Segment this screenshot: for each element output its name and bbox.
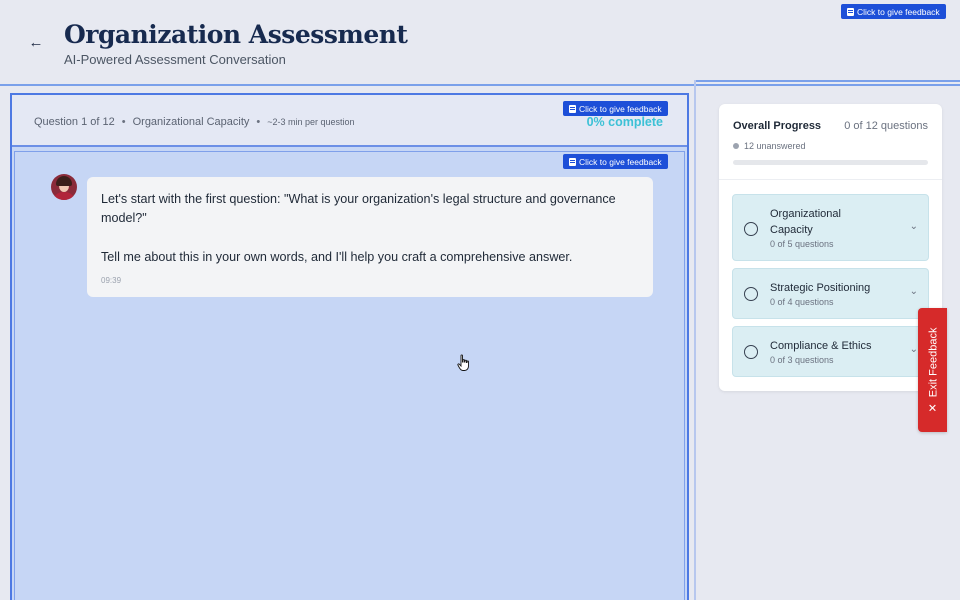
unanswered-status: 12 unanswered [733,141,806,151]
assistant-avatar [51,174,77,200]
feedback-button-question-bar[interactable]: Click to give feedback [563,101,668,116]
separator: • [256,116,261,128]
chat-messages[interactable]: Click to give feedback Let's start with … [14,151,685,600]
progress-bar [733,160,928,165]
radio-circle-icon [744,345,758,359]
exit-feedback-button[interactable]: ✕ Exit Feedback [918,308,947,432]
feedback-note-icon [847,7,854,16]
status-dot-icon [733,143,739,149]
close-x-icon: ✕ [927,403,939,413]
feedback-button-label: Click to give feedback [857,6,940,17]
feedback-button-top[interactable]: Click to give feedback [841,4,946,19]
page-subtitle: AI-Powered Assessment Conversation [64,52,286,67]
right-panel-border [694,80,960,82]
section-name: Strategic Positioning [770,282,871,294]
section-strategic-positioning[interactable]: Strategic Positioning 0 of 4 questions ⌄ [732,268,929,319]
hand-pointer-icon [457,354,469,371]
feedback-button-label: Click to give feedback [579,103,662,114]
message-question: Let's start with the first question: "Wh… [101,192,616,225]
message-timestamp: 09:39 [101,276,122,285]
page-header: ← Organization Assessment AI-Powered Ass… [0,0,960,86]
progress-card: Overall Progress 0 of 12 questions 12 un… [719,104,942,391]
section-name: Compliance & Ethics [770,340,872,352]
feedback-note-icon [569,157,576,166]
header-divider [0,84,960,86]
question-category: Organizational Capacity [132,116,250,128]
question-bar: Question 1 of 12 • Organizational Capaci… [12,95,687,147]
percent-complete: 0% complete [586,115,663,129]
radio-circle-icon [744,222,758,236]
section-count: 0 of 5 questions [770,239,834,249]
section-organizational-capacity[interactable]: Organizational Capacity 0 of 5 questions… [732,194,929,261]
feedback-button-label: Click to give feedback [579,156,662,167]
chevron-down-icon: ⌄ [909,344,918,355]
feedback-button-chat[interactable]: Click to give feedback [563,154,668,169]
section-count: 0 of 4 questions [770,297,834,307]
chevron-down-icon: ⌄ [909,286,918,297]
section-count: 0 of 3 questions [770,355,834,365]
divider [719,179,942,180]
exit-feedback-label: Exit Feedback [926,327,939,398]
right-panel-border [694,80,696,600]
chevron-down-icon: ⌄ [909,221,918,232]
question-meta: Question 1 of 12 • Organizational Capaci… [34,116,355,128]
progress-title: Overall Progress [733,120,822,132]
chat-panel: Question 1 of 12 • Organizational Capaci… [10,93,689,600]
separator: • [121,116,126,128]
question-position: Question 1 of 12 [34,116,115,128]
radio-circle-icon [744,287,758,301]
progress-count: 0 of 12 questions [844,120,928,132]
section-name: Organizational Capacity [770,208,841,236]
feedback-note-icon [569,104,576,113]
page-title: Organization Assessment [64,20,408,49]
message-instruction: Tell me about this in your own words, an… [101,250,573,264]
section-compliance-ethics[interactable]: Compliance & Ethics 0 of 3 questions ⌄ [732,326,929,377]
time-estimate: ~2-3 min per question [267,117,355,127]
assistant-message: Let's start with the first question: "Wh… [87,177,653,297]
unanswered-label: 12 unanswered [744,141,806,151]
arrow-left-icon[interactable]: ← [28,34,44,51]
